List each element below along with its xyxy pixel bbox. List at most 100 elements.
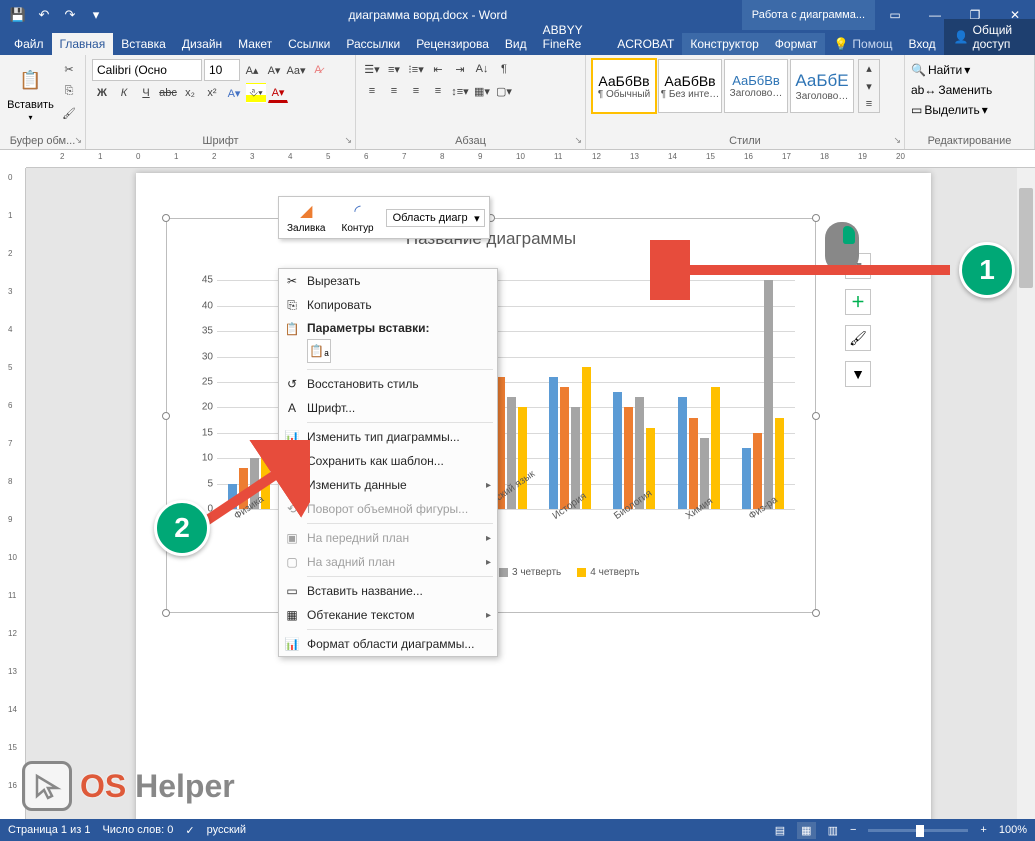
ctx-cut[interactable]: ✂Вырезать [279, 269, 497, 293]
qat-customize[interactable]: ▾ [84, 3, 108, 27]
horizontal-ruler[interactable]: 2101234567891011121314151617181920 [26, 150, 1035, 168]
ctx-change-chart-type[interactable]: 📊Изменить тип диаграммы... [279, 425, 497, 449]
ctx-font[interactable]: AШрифт... [279, 396, 497, 420]
tab-chart-format[interactable]: Формат [767, 33, 826, 55]
copy-icon[interactable]: ⎘ [59, 81, 79, 101]
vertical-ruler[interactable]: 012345678910111213141516 [0, 168, 26, 819]
line-spacing-icon[interactable]: ↕≡▾ [450, 81, 470, 101]
show-marks-icon[interactable]: ¶ [494, 59, 514, 79]
tab-layout[interactable]: Макет [230, 33, 280, 55]
redo-button[interactable]: ↷ [58, 3, 82, 27]
bar[interactable] [582, 367, 591, 509]
ctx-save-template[interactable]: 💾Сохранить как шаблон... [279, 449, 497, 473]
ctx-edit-data[interactable]: ✎Изменить данные▸ [279, 473, 497, 497]
grow-font-icon[interactable]: A▴ [242, 60, 262, 80]
align-left-icon[interactable]: ≡ [362, 81, 382, 101]
chart-styles-button[interactable]: 🖌 [845, 325, 871, 351]
numbering-icon[interactable]: ≡▾ [384, 59, 404, 79]
paragraph-launcher[interactable]: ↘ [574, 135, 582, 146]
view-print-icon[interactable]: ▦ [797, 822, 815, 839]
subscript-button[interactable]: x₂ [180, 83, 200, 103]
tab-view[interactable]: Вид [497, 33, 535, 55]
strike-button[interactable]: abc [158, 83, 178, 103]
decrease-indent-icon[interactable]: ⇤ [428, 59, 448, 79]
ctx-wrap-text[interactable]: ▦Обтекание текстом▸ [279, 603, 497, 627]
ctx-insert-caption[interactable]: ▭Вставить название... [279, 579, 497, 603]
tell-me[interactable]: 💡 Помощ [825, 33, 900, 55]
italic-button[interactable]: К [114, 83, 134, 103]
undo-button[interactable]: ↶ [32, 3, 56, 27]
tab-home[interactable]: Главная [52, 33, 114, 55]
tab-file[interactable]: Файл [6, 33, 52, 55]
tab-references[interactable]: Ссылки [280, 33, 338, 55]
tab-mailings[interactable]: Рассылки [338, 33, 408, 55]
clear-format-icon[interactable]: A̷ [308, 60, 328, 80]
ribbon-display-options[interactable]: ▭ [875, 0, 915, 30]
font-color-icon[interactable]: A▾ [268, 83, 288, 103]
bar[interactable] [753, 433, 762, 509]
styles-scroll-up[interactable]: ▴ [859, 60, 879, 76]
align-right-icon[interactable]: ≡ [406, 81, 426, 101]
sort-icon[interactable]: A↓ [472, 59, 492, 79]
styles-gallery[interactable]: АаБбВв ¶ Обычный АаБбВв ¶ Без инте… АаБб… [592, 59, 854, 113]
ctx-copy[interactable]: ⎘Копировать [279, 293, 497, 317]
align-center-icon[interactable]: ≡ [384, 81, 404, 101]
chart-element-combo[interactable]: Область диагр [386, 209, 485, 227]
vertical-scrollbar[interactable] [1017, 168, 1035, 819]
outline-button[interactable]: ◜ Контур [334, 197, 382, 238]
multilevel-icon[interactable]: ⁝≡▾ [406, 59, 426, 79]
status-page[interactable]: Страница 1 из 1 [8, 824, 90, 836]
bar[interactable] [764, 280, 773, 509]
zoom-in-button[interactable]: + [980, 824, 986, 836]
shading-icon[interactable]: ▦▾ [472, 81, 492, 101]
bar[interactable] [678, 397, 687, 509]
cut-icon[interactable]: ✂ [59, 59, 79, 79]
superscript-button[interactable]: x² [202, 83, 222, 103]
bullets-icon[interactable]: ☰▾ [362, 59, 382, 79]
text-effects-icon[interactable]: A▾ [224, 83, 244, 103]
bar[interactable] [775, 418, 784, 509]
view-read-icon[interactable]: ▤ [775, 824, 785, 837]
status-language[interactable]: русский [207, 824, 246, 836]
replace-button[interactable]: ab↔ Заменить [911, 83, 992, 97]
tab-review[interactable]: Рецензирова [408, 33, 497, 55]
bar[interactable] [689, 418, 698, 509]
tab-design[interactable]: Дизайн [174, 33, 230, 55]
paste-option-keep-text[interactable]: 📋ₐ [307, 339, 331, 363]
font-launcher[interactable]: ↘ [344, 135, 352, 146]
style-heading2[interactable]: АаБбЕ Заголово… [790, 59, 854, 113]
styles-more[interactable]: ≡ [859, 96, 879, 112]
paste-button[interactable]: 📋 Вставить ▾ [6, 59, 55, 127]
tab-insert[interactable]: Вставка [113, 33, 174, 55]
bar[interactable] [518, 407, 527, 509]
tab-chart-design[interactable]: Конструктор [682, 33, 766, 55]
status-words[interactable]: Число слов: 0 [102, 824, 173, 836]
share-button[interactable]: 👤 Общий доступ [944, 19, 1035, 55]
zoom-out-button[interactable]: − [850, 824, 856, 836]
increase-indent-icon[interactable]: ⇥ [450, 59, 470, 79]
bar[interactable] [560, 387, 569, 509]
bar[interactable] [742, 448, 751, 509]
bold-button[interactable]: Ж [92, 83, 112, 103]
status-spellcheck-icon[interactable]: ✓ [185, 824, 194, 837]
chart-filters-button[interactable]: ▼ [845, 361, 871, 387]
bar[interactable] [711, 387, 720, 509]
tab-abbyy[interactable]: ABBYY FineRe [535, 19, 610, 55]
save-button[interactable]: 💾 [6, 3, 30, 27]
ctx-format-chart-area[interactable]: 📊Формат области диаграммы... [279, 632, 497, 656]
zoom-level[interactable]: 100% [999, 824, 1027, 836]
clipboard-launcher[interactable]: ↘ [74, 135, 82, 146]
ctx-restore-style[interactable]: ↺Восстановить стиль [279, 372, 497, 396]
shrink-font-icon[interactable]: A▾ [264, 60, 284, 80]
borders-icon[interactable]: ▢▾ [494, 81, 514, 101]
justify-icon[interactable]: ≡ [428, 81, 448, 101]
font-size-combo[interactable]: 10 [204, 59, 240, 81]
format-painter-icon[interactable]: 🖌 [59, 103, 79, 123]
bar[interactable] [549, 377, 558, 509]
style-normal[interactable]: АаБбВв ¶ Обычный [592, 59, 656, 113]
tab-acrobat[interactable]: ACROBAT [609, 33, 682, 55]
view-web-icon[interactable]: ▥ [828, 824, 838, 837]
styles-scroll-down[interactable]: ▾ [859, 78, 879, 94]
styles-launcher[interactable]: ↘ [893, 135, 901, 146]
style-heading1[interactable]: АаБбВв Заголово… [724, 59, 788, 113]
